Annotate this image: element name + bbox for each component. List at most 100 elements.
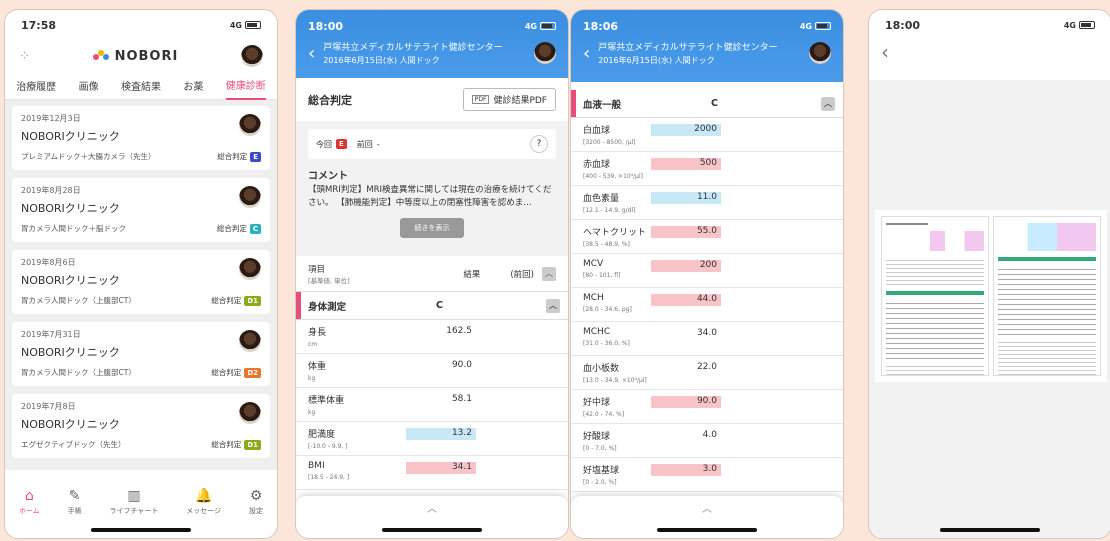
phone-pdf-viewer: 18:00 4G ‹ <box>868 9 1110 539</box>
checkup-card[interactable]: 2019年8月6日 NOBORIクリニック 胃カメラ人間ドック（上腹部CT） 総… <box>12 250 270 314</box>
result-value: 500 <box>651 158 721 170</box>
tab-tests[interactable]: 検査結果 <box>121 72 161 99</box>
judgement-label: 総合判定 <box>211 440 242 449</box>
judgement-box: 今回 E 前回 - ? コメント 【頭MRI判定】MRI検査異常に関しては現在の… <box>296 121 568 256</box>
avatar[interactable] <box>534 42 556 64</box>
lifechart-icon: ▥ <box>127 488 141 504</box>
nav-message[interactable]: 🔔 メッセージ <box>186 488 221 516</box>
checkup-card[interactable]: 2019年8月28日 NOBORIクリニック 胃カメラ人間ドック＋脳ドック 総合… <box>12 178 270 242</box>
result-value: 162.5 <box>446 326 472 336</box>
checkup-card[interactable]: 2019年7月31日 NOBORIクリニック 胃カメラ人間ドック（上腹部CT） … <box>12 322 270 386</box>
result-value: 200 <box>651 260 721 272</box>
tab-medicine[interactable]: お薬 <box>183 72 203 99</box>
card-judgement: 総合判定 E <box>217 151 261 162</box>
message-icon: 🔔 <box>195 488 213 504</box>
category-row[interactable]: 身体測定 C ︿ <box>296 292 568 320</box>
grade-badge: D1 <box>244 439 261 450</box>
network-label: 4G <box>799 21 812 31</box>
status-time: 18:06 <box>583 19 619 33</box>
collapse-icon[interactable]: ︿ <box>546 299 560 313</box>
battery-icon <box>1079 21 1095 29</box>
tab-checkup[interactable]: 健康診断 <box>225 71 266 100</box>
status-time: 17:58 <box>21 18 57 32</box>
grade-badge: D1 <box>244 295 261 306</box>
category-row[interactable]: 血液一般 C ︿ <box>571 90 843 118</box>
nav-lifechart[interactable]: ▥ ライフチャート <box>109 488 158 516</box>
status-bar: 17:58 4G <box>5 10 277 40</box>
card-judgement: 総合判定 D2 <box>211 367 261 378</box>
result-row: 好酸球 [0 - 7.0, %] 4.0 <box>571 424 843 458</box>
avatar <box>239 258 261 280</box>
result-reference: [400 - 539, ×10⁴/μl] <box>583 173 643 180</box>
collapse-icon[interactable]: ︿ <box>821 97 835 111</box>
checkup-card[interactable]: 2019年7月8日 NOBORIクリニック エグゼクティブドック（先生） 総合判… <box>12 394 270 458</box>
result-list: 身長 cm 162.5 体重 kg 90.0 標準体重 kg 58.1 肥満度 [-1… <box>296 320 568 490</box>
result-value: 4.0 <box>702 430 717 440</box>
result-reference: [-10.0 - 9.9, ] <box>308 443 348 450</box>
pdf-button-label: 健診結果PDF <box>493 96 547 106</box>
result-row: 好塩基球 [0 - 2.0, %] 3.0 <box>571 458 843 492</box>
result-reference: [0 - 2.0, %] <box>583 479 617 486</box>
bottom-sheet[interactable]: ︿ <box>296 496 568 538</box>
result-value: 34.0 <box>696 328 717 338</box>
result-value: 58.1 <box>451 394 472 404</box>
pdf-page-left <box>881 216 989 376</box>
result-reference: [13.0 - 34.9, ×10⁴/μl] <box>583 377 647 384</box>
category-name: 血液一般 <box>583 99 622 111</box>
help-icon[interactable]: ? <box>530 135 548 153</box>
nav-settings[interactable]: ⚙ 設定 <box>249 488 263 516</box>
tab-history[interactable]: 治療履歴 <box>16 72 56 99</box>
category-name: 身体測定 <box>308 301 347 313</box>
comment-title: コメント <box>308 171 348 182</box>
back-icon[interactable]: ‹ <box>881 40 889 64</box>
table-header: 項目 [基準値, 単位] 結果 (前回) ︿ <box>296 256 568 292</box>
card-clinic: NOBORIクリニック <box>21 346 120 359</box>
avatar <box>239 186 261 208</box>
phone-home: 17:58 4G ⁘ NOBORI 治療履歴 画像 検査結果 お薬 健康診断 2… <box>4 9 278 539</box>
category-grade: C <box>711 98 718 109</box>
judgement-label: 総合判定 <box>211 296 242 305</box>
checkup-card[interactable]: 2019年12月3日 NOBORIクリニック プレミアムドック＋大腸カメラ（先生… <box>12 106 270 170</box>
tab-images[interactable]: 画像 <box>79 72 99 99</box>
show-more-button[interactable]: 続きを表示 <box>400 218 464 238</box>
sheet-chevron-icon: ︿ <box>702 504 712 515</box>
header-subtitle: 2016年6月15日(水) 人間ドック <box>598 56 715 65</box>
result-value: 34.1 <box>406 462 476 474</box>
card-date: 2019年8月6日 <box>21 258 76 267</box>
result-reference: kg <box>308 375 316 382</box>
pdf-button[interactable]: PDF 健診結果PDF <box>462 88 556 111</box>
avatar[interactable] <box>809 42 831 64</box>
comment-body: 【頭MRI判定】MRI検査異常に関しては現在の治療を続けてください。 【肺機能判… <box>308 185 552 208</box>
result-row: 血小板数 [13.0 - 34.9, ×10⁴/μl] 22.0 <box>571 356 843 390</box>
avatar[interactable] <box>241 45 263 67</box>
card-clinic: NOBORIクリニック <box>21 202 120 215</box>
avatar <box>239 402 261 424</box>
result-row: BMI [18.5 - 24.9, ] 34.1 <box>296 456 568 490</box>
result-reference: [28.0 - 34.6, pg] <box>583 306 632 313</box>
judgement-label: 総合判定 <box>211 368 242 377</box>
collapse-icon[interactable]: ︿ <box>542 266 556 281</box>
result-value: 13.2 <box>406 428 476 440</box>
nav-notebook[interactable]: ✎ 手帳 <box>68 488 82 516</box>
back-icon[interactable]: ‹ <box>308 43 315 64</box>
result-row: 身長 cm 162.5 <box>296 320 568 354</box>
nav-label: メッセージ <box>186 507 222 515</box>
result-row: ヘマトクリット [38.5 - 48.9, %] 55.0 <box>571 220 843 254</box>
result-reference: kg <box>308 409 316 416</box>
bottom-sheet[interactable]: ︿ <box>571 496 843 538</box>
avatar <box>239 330 261 352</box>
result-value: 11.0 <box>651 192 721 204</box>
pdf-document[interactable] <box>875 210 1107 382</box>
result-row: 肥満度 [-10.0 - 9.9, ] 13.2 <box>296 422 568 456</box>
battery-icon <box>540 22 556 30</box>
back-icon[interactable]: ‹ <box>583 43 590 64</box>
notebook-icon: ✎ <box>68 488 81 504</box>
overall-judgement-title: 総合判定 <box>308 93 352 107</box>
phone-checkup-detail: 18:00 4G ‹ 戸塚共立メディカルサテライト健診センター 2016年6月1… <box>295 9 569 539</box>
previous-grade: - <box>376 139 380 149</box>
qr-icon[interactable]: ⁘ <box>19 49 30 64</box>
tab-bar: 治療履歴 画像 検査結果 お薬 健康診断 <box>5 72 277 100</box>
settings-icon: ⚙ <box>249 488 263 504</box>
nav-home[interactable]: ⌂ ホーム <box>19 488 40 516</box>
result-reference: [12.1 - 14.9, g/dl] <box>583 207 636 214</box>
